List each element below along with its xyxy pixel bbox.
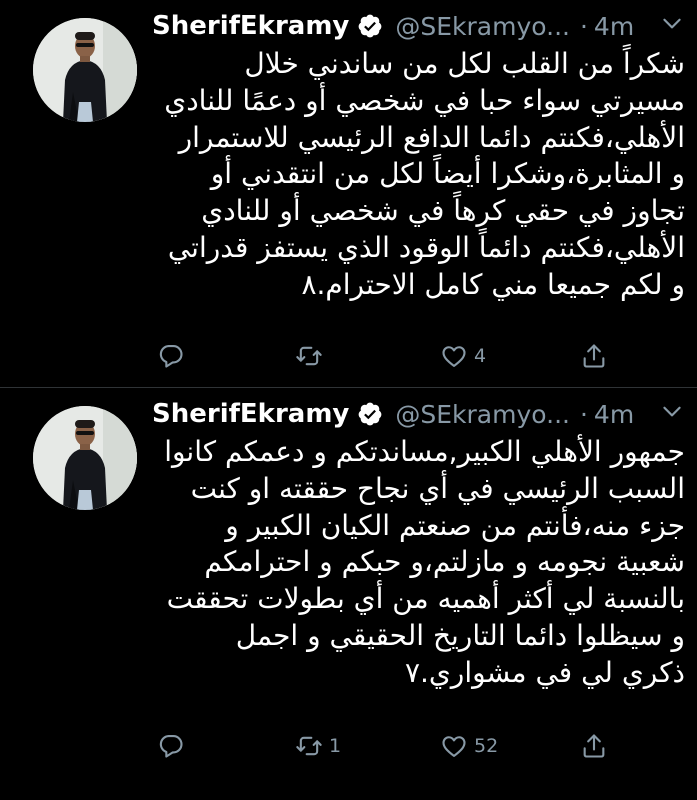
tweet-text: جمهور الأهلي الكبير,مساندتكم و دعمكم كان…	[150, 434, 685, 692]
heart-icon	[440, 732, 468, 760]
reply-icon	[157, 732, 185, 760]
timestamp[interactable]: 4m	[594, 400, 634, 429]
like-count: 4	[474, 345, 487, 367]
tweet-text-line: بالنسبة لي أكثر أهميه من أي بطولات تحققت	[166, 582, 685, 616]
verified-badge-icon	[357, 401, 383, 427]
tweet-text-line: جزء منه،فأنتم من صنعتم الكيان الكبير و	[225, 508, 685, 542]
chevron-down-icon[interactable]	[659, 398, 685, 424]
heart-icon	[440, 342, 468, 370]
handle[interactable]: @SEkramyo...	[395, 12, 570, 41]
retweet-button[interactable]: 1	[295, 726, 341, 766]
tweet-actions: 4	[150, 336, 630, 376]
tweet-text-line: شعبية نجومه و مازلتم،و حبكم و احترامكم	[204, 545, 685, 579]
verified-badge-icon	[357, 13, 383, 39]
retweet-icon	[295, 342, 323, 370]
tweet-text-line: جمهور الأهلي الكبير,مساندتكم و دعمكم كان…	[164, 435, 685, 468]
retweet-icon	[295, 732, 323, 760]
tweet-text-line: الأهلي،فكنتم دائما الدافع الرئيسي للاستم…	[178, 120, 685, 154]
like-button[interactable]: 4	[440, 336, 486, 376]
tweet[interactable]: SherifEkramy @SEkramyo... · 4m شكراً من …	[0, 0, 697, 388]
tweet-text-line: و سيظلوا دائما التاريخ الحقيقي و اجمل	[235, 618, 685, 652]
share-button[interactable]	[580, 726, 608, 766]
chevron-down-icon[interactable]	[659, 10, 685, 36]
tweet-text-line: تجاوز في حقي كرهاً في شخصي أو للنادي	[201, 194, 685, 228]
tweet-header: SherifEkramy @SEkramyo... · 4m	[152, 394, 687, 434]
avatar[interactable]	[33, 406, 137, 510]
tweet-header: SherifEkramy @SEkramyo... · 4m	[152, 6, 687, 46]
timestamp[interactable]: 4m	[594, 12, 634, 41]
like-button[interactable]: 52	[440, 726, 498, 766]
tweet-text-line: مسيرتي سواء حبا في شخصي أو دعمًا للنادي	[164, 83, 685, 117]
reply-icon	[157, 342, 185, 370]
retweet-button[interactable]	[295, 336, 329, 376]
separator-dot: ·	[579, 11, 588, 41]
share-icon	[580, 732, 608, 760]
tweet-text: شكراً من القلب لكل من ساندني خلال مسيرتي…	[150, 46, 685, 304]
display-name[interactable]: SherifEkramy	[152, 11, 349, 41]
retweet-count: 1	[329, 735, 342, 757]
separator-dot: ·	[579, 399, 588, 429]
reply-button[interactable]	[157, 336, 185, 376]
reply-button[interactable]	[157, 726, 185, 766]
share-icon	[580, 342, 608, 370]
tweet-actions: 1 52	[150, 726, 630, 766]
share-button[interactable]	[580, 336, 608, 376]
tweet-text-line: السبب الرئيسي في أي نجاح حققته او كنت	[190, 471, 685, 505]
avatar[interactable]	[33, 18, 137, 122]
tweet-text-line: شكراً من القلب لكل من ساندني خلال	[244, 47, 685, 80]
tweet-text-line: و المثابرة،وشكرا أيضاً لكل من انتقدني أو	[210, 157, 685, 191]
tweet-text-line: ذكري لي في مشواري.٧	[404, 655, 685, 689]
display-name[interactable]: SherifEkramy	[152, 399, 349, 429]
tweet[interactable]: SherifEkramy @SEkramyo... · 4m جمهور الأ…	[0, 388, 697, 800]
handle[interactable]: @SEkramyo...	[395, 400, 570, 429]
tweet-text-line: الأهلي،فكنتم دائماً الوقود الذي يستفز قد…	[167, 230, 685, 264]
tweet-text-line: و لكم جميعا مني كامل الاحترام.٨	[301, 267, 685, 301]
like-count: 52	[474, 735, 499, 757]
